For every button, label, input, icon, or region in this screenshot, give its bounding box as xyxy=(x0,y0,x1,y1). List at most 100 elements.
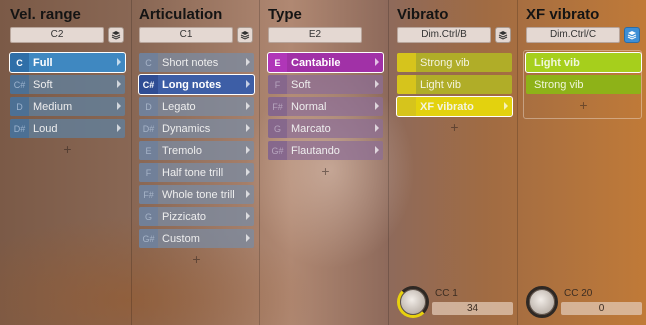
xf-vibrato-key-field[interactable]: Dim.Ctrl/C xyxy=(526,27,620,43)
chevron-right-icon xyxy=(246,102,250,110)
note-label: E xyxy=(139,141,158,160)
list-item[interactable]: F# Whole tone trill xyxy=(139,185,254,204)
vel-range-title: Vel. range xyxy=(10,6,81,23)
vibrato-key-field[interactable]: Dim.Ctrl/B xyxy=(397,27,491,43)
chevron-right-icon xyxy=(375,146,379,154)
chevron-right-icon xyxy=(246,212,250,220)
add-item-button[interactable]: + xyxy=(10,141,125,157)
type-key-field[interactable]: E2 xyxy=(268,27,362,43)
rotary-knob-icon[interactable] xyxy=(400,289,426,315)
list-item[interactable]: G# Custom xyxy=(139,229,254,248)
type-title: Type xyxy=(268,6,302,23)
item-label: Short notes xyxy=(162,56,219,69)
layers-icon[interactable] xyxy=(108,27,124,43)
item-label: Medium xyxy=(33,100,73,113)
list-item[interactable]: D# Dynamics xyxy=(139,119,254,138)
cc-value-field[interactable]: 0 xyxy=(561,302,642,315)
note-label: G xyxy=(139,207,158,226)
list-item[interactable]: Light vib xyxy=(397,75,512,94)
note-label: D# xyxy=(10,119,29,138)
item-label: Dynamics xyxy=(162,122,211,135)
item-label: Cantabile xyxy=(291,56,341,69)
list-item[interactable]: XF vibrato xyxy=(396,96,513,117)
xf-vibrato-title: XF vibrato xyxy=(526,6,600,23)
list-item[interactable]: D Medium xyxy=(10,97,125,116)
color-swatch xyxy=(397,97,416,116)
note-label: C# xyxy=(10,75,29,94)
note-label: E xyxy=(268,53,287,72)
articulation-title: Articulation xyxy=(139,6,223,23)
color-swatch xyxy=(397,53,416,72)
color-swatch xyxy=(397,75,416,94)
chevron-right-icon xyxy=(246,190,250,198)
layers-icon[interactable] xyxy=(624,27,640,43)
cc-label: CC 20 xyxy=(564,288,593,299)
chevron-right-icon xyxy=(117,80,121,88)
item-label: Full xyxy=(33,56,53,69)
item-label: Light vib xyxy=(534,56,580,69)
list-item[interactable]: Strong vib xyxy=(526,75,641,94)
chevron-right-icon xyxy=(375,102,379,110)
cc-label: CC 1 xyxy=(435,288,458,299)
layers-icon[interactable] xyxy=(495,27,511,43)
vibrato-list: Strong vib Light vib XF vibrato + xyxy=(396,53,513,135)
chevron-right-icon xyxy=(246,234,250,242)
cc-value-field[interactable]: 34 xyxy=(432,302,513,315)
chevron-right-icon xyxy=(117,124,121,132)
chevron-right-icon xyxy=(375,80,379,88)
item-label: Normal xyxy=(291,100,327,113)
add-item-button[interactable]: + xyxy=(268,163,383,179)
note-label: F xyxy=(268,75,287,94)
list-item[interactable]: C# Long notes xyxy=(138,74,255,95)
list-item[interactable]: C Full xyxy=(9,52,126,73)
vel-range-list: C Full C# Soft D Medium D# Loud + xyxy=(9,52,126,157)
list-item[interactable]: G# Flautando xyxy=(268,141,383,160)
type-column: Type E2 E Cantabile F Soft F# Normal G Marca… xyxy=(258,0,389,325)
list-item[interactable]: E Cantabile xyxy=(267,52,384,73)
list-item[interactable]: C# Soft xyxy=(10,75,125,94)
add-item-button[interactable]: + xyxy=(397,119,512,135)
item-label: Soft xyxy=(291,78,311,91)
note-label: C# xyxy=(139,75,158,94)
note-label: D xyxy=(10,97,29,116)
item-label: Whole tone trill xyxy=(162,188,235,201)
rotary-knob-icon[interactable] xyxy=(529,289,555,315)
chevron-right-icon xyxy=(246,58,250,66)
note-label: D xyxy=(139,97,158,116)
vel-range-key-field[interactable]: C2 xyxy=(10,27,104,43)
note-label: F xyxy=(139,163,158,182)
item-label: Marcato xyxy=(291,122,331,135)
list-item[interactable]: D# Loud xyxy=(10,119,125,138)
articulation-key-field[interactable]: C1 xyxy=(139,27,233,43)
item-label: Flautando xyxy=(291,144,340,157)
list-item[interactable]: E Tremolo xyxy=(139,141,254,160)
item-label: Tremolo xyxy=(162,144,202,157)
chevron-right-icon xyxy=(504,102,508,110)
layers-icon[interactable] xyxy=(237,27,253,43)
item-label: Legato xyxy=(162,100,196,113)
note-label: C xyxy=(139,53,158,72)
list-item[interactable]: C Short notes xyxy=(139,53,254,72)
articulation-list: C Short notes C# Long notes D Legato D# Dyna… xyxy=(138,53,255,267)
note-label: D# xyxy=(139,119,158,138)
note-label: F# xyxy=(139,185,158,204)
list-item[interactable]: Strong vib xyxy=(397,53,512,72)
note-label: C xyxy=(10,53,29,72)
list-item[interactable]: F Soft xyxy=(268,75,383,94)
add-item-button[interactable]: + xyxy=(139,251,254,267)
item-label: Strong vib xyxy=(420,56,470,69)
chevron-right-icon xyxy=(246,168,250,176)
vibrato-title: Vibrato xyxy=(397,6,449,23)
list-item[interactable]: F# Normal xyxy=(268,97,383,116)
list-item[interactable]: Light vib xyxy=(525,52,642,73)
list-item[interactable]: G Marcato xyxy=(268,119,383,138)
chevron-right-icon xyxy=(375,124,379,132)
item-label: Custom xyxy=(162,232,200,245)
list-item[interactable]: G Pizzicato xyxy=(139,207,254,226)
list-item[interactable]: D Legato xyxy=(139,97,254,116)
item-label: Light vib xyxy=(420,78,461,91)
list-item[interactable]: F Half tone trill xyxy=(139,163,254,182)
xf-vibrato-list: Light vib Strong vib + xyxy=(525,52,642,113)
add-item-button[interactable]: + xyxy=(526,97,641,113)
chevron-right-icon xyxy=(375,58,379,66)
